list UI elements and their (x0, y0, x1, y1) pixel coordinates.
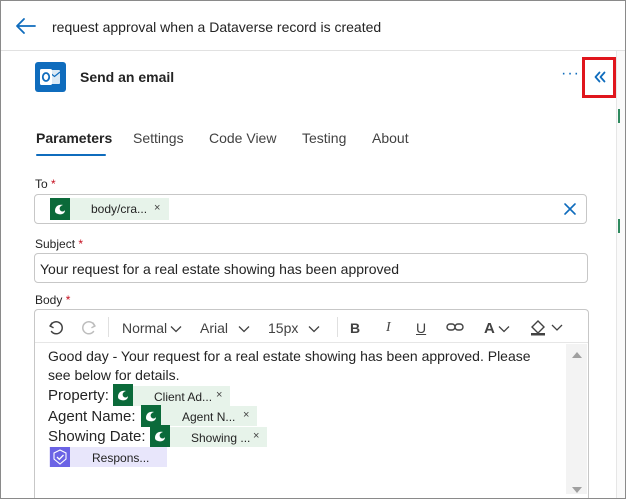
tab-parameters[interactable]: Parameters (36, 130, 112, 146)
dataverse-icon (150, 425, 170, 447)
chevron-down-icon (170, 326, 182, 333)
scroll-up-arrow-icon[interactable] (572, 352, 582, 358)
send-email-panel: request approval when a Dataverse record… (0, 0, 626, 499)
scroll-down-arrow-icon[interactable] (572, 487, 582, 493)
approvals-icon (50, 447, 70, 467)
showing-label: Showing Date: (48, 428, 146, 445)
tab-code-view[interactable]: Code View (209, 130, 276, 146)
tab-settings[interactable]: Settings (133, 130, 184, 146)
paragraph-style-dropdown[interactable]: Normal (122, 320, 182, 336)
body-scrollbar[interactable] (566, 344, 587, 494)
body-line-2: see below for details. (48, 367, 180, 383)
font-color-dropdown[interactable]: A (484, 320, 510, 337)
action-title: Send an email (80, 69, 175, 85)
body-label: Body * (35, 293, 71, 307)
link-icon[interactable] (445, 319, 465, 340)
remove-token-button[interactable]: × (243, 409, 249, 421)
redo-icon[interactable] (80, 319, 98, 342)
tab-testing[interactable]: Testing (302, 130, 346, 146)
dynamic-content-token: body/cra... × (50, 198, 169, 220)
to-label: To * (35, 177, 56, 191)
subject-label: Subject * (35, 237, 84, 251)
chevron-down-icon (498, 326, 510, 333)
dataverse-icon (141, 405, 161, 427)
agent-token: Agent N... × (141, 405, 257, 427)
highlight-color-icon[interactable] (529, 318, 565, 341)
remove-token-button[interactable]: × (253, 430, 259, 442)
double-chevron-left-icon (594, 71, 606, 83)
toolbar-divider (337, 317, 338, 337)
subject-value: Your request for a real estate showing h… (40, 261, 400, 277)
underline-button[interactable]: U (416, 320, 426, 336)
canvas-connector (618, 109, 620, 123)
italic-button[interactable]: I (386, 320, 391, 336)
to-field[interactable]: body/cra... × (34, 194, 587, 224)
dataverse-icon (50, 198, 70, 220)
remove-token-button[interactable]: × (154, 202, 160, 214)
outlook-icon (35, 62, 66, 92)
undo-icon[interactable] (47, 319, 65, 342)
tab-about[interactable]: About (372, 130, 409, 146)
to-token-label: body/cra... (91, 202, 148, 216)
chevron-down-icon (238, 326, 250, 333)
canvas-connector (618, 219, 620, 233)
bold-button[interactable]: B (350, 320, 360, 336)
flow-title: request approval when a Dataverse record… (52, 19, 382, 35)
subject-field[interactable]: Your request for a real estate showing h… (34, 253, 588, 283)
chevron-down-icon (308, 326, 320, 333)
toolbar-divider (108, 317, 109, 337)
clear-icon[interactable] (562, 201, 578, 217)
agent-label: Agent Name: (48, 408, 136, 425)
approval-response-token: Respons... (49, 447, 167, 467)
remove-token-button[interactable]: × (216, 389, 222, 401)
property-token: Client Ad... × (113, 384, 230, 406)
font-size-dropdown[interactable]: 15px (268, 320, 320, 336)
body-line-1: Good day - Your request for a real estat… (48, 348, 531, 364)
dataverse-icon (113, 384, 133, 406)
toolbar-separator (35, 342, 588, 343)
font-family-dropdown[interactable]: Arial (200, 320, 250, 336)
active-tab-indicator (36, 154, 106, 156)
showing-token: Showing ... × (150, 425, 267, 447)
property-label: Property: (48, 387, 109, 404)
back-arrow-icon[interactable] (15, 17, 37, 35)
more-options-button[interactable]: ··· (561, 65, 580, 83)
collapse-panel-button[interactable] (582, 57, 616, 98)
title-bar: request approval when a Dataverse record… (1, 1, 625, 51)
